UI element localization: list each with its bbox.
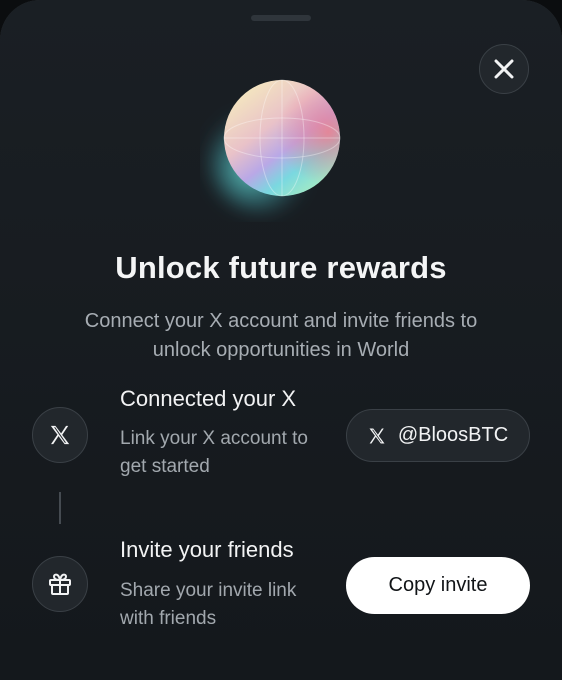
globe-illustration xyxy=(200,72,360,222)
modal-title: Unlock future rewards xyxy=(115,250,447,285)
x-logo-icon xyxy=(368,427,386,445)
step-gift-icon-badge xyxy=(32,556,88,612)
step-invite-title: Invite your friends xyxy=(120,537,294,562)
modal-description: Connect your X account and invite friend… xyxy=(84,310,478,361)
rewards-modal: Unlock future rewards Connect your X acc… xyxy=(0,0,562,680)
step-x-icon-badge xyxy=(32,407,88,463)
x-logo-icon xyxy=(50,425,70,445)
step-invite-description: Share your invite link with friends xyxy=(120,580,297,629)
step-connect-title: Connected your X xyxy=(120,386,297,411)
connected-x-account-button[interactable]: @BloosBTC xyxy=(346,409,530,462)
close-button[interactable] xyxy=(479,44,529,94)
close-icon xyxy=(494,59,514,79)
step-connect-description: Link your X account to get started xyxy=(120,428,308,477)
gift-icon xyxy=(49,573,71,595)
x-handle-label: @BloosBTC xyxy=(397,424,509,446)
copy-invite-button[interactable]: Copy invite xyxy=(346,557,530,614)
step-connector-line xyxy=(59,492,61,524)
drag-handle[interactable] xyxy=(251,15,311,21)
